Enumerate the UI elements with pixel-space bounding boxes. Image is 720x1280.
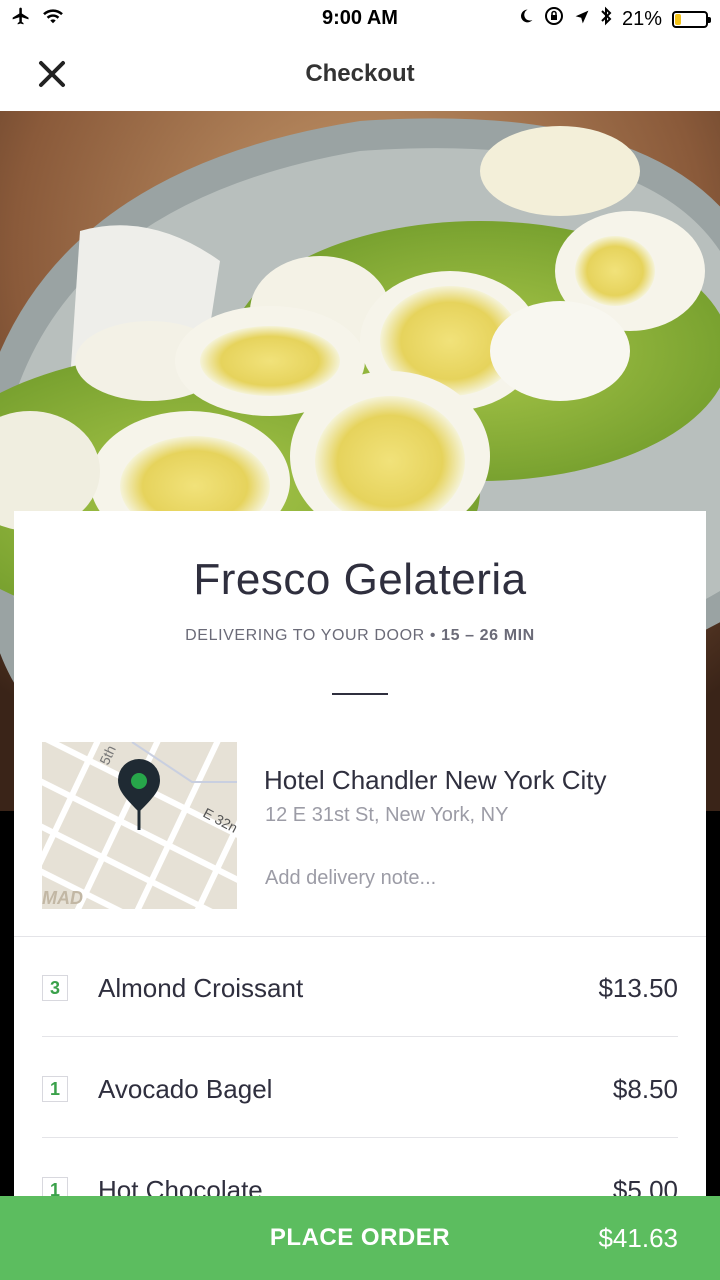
page-title: Checkout <box>305 60 415 87</box>
battery-icon <box>672 10 711 28</box>
restaurant-name: Fresco Gelateria <box>193 555 527 604</box>
delivery-eta: 15 – 26 MIN <box>441 627 535 644</box>
item-divider <box>42 1036 678 1037</box>
nav-bar: Checkout <box>0 38 720 111</box>
order-item[interactable]: 1 Avocado Bagel $8.50 <box>42 1038 678 1138</box>
add-delivery-note[interactable]: Add delivery note... <box>265 867 436 890</box>
delivery-address-line: 12 E 31st St, New York, NY <box>265 804 509 826</box>
item-name: Almond Croissant <box>98 973 304 1003</box>
rotation-lock-icon <box>544 6 564 32</box>
battery-level <box>675 13 681 25</box>
item-price: $13.50 <box>598 973 678 1003</box>
battery-percent: 21% <box>621 7 662 30</box>
item-quantity: 3 <box>42 975 68 1001</box>
status-bar: 9:00 AM 21% <box>0 0 720 38</box>
bluetooth-icon <box>600 6 612 32</box>
place-order-button[interactable]: PLACE ORDER $41.63 <box>0 1196 720 1280</box>
map-area-label: MAD <box>42 888 83 908</box>
title-divider <box>332 693 388 695</box>
item-name: Avocado Bagel <box>98 1074 273 1104</box>
delivery-separator: • <box>429 627 437 644</box>
location-arrow-icon <box>574 8 590 31</box>
delivery-info: DELIVERING TO YOUR DOOR • 15 – 26 MIN <box>14 627 706 645</box>
delivery-map[interactable]: 5th E 32n MAD <box>42 742 237 909</box>
checkout-card: Fresco Gelateria DELIVERING TO YOUR DOOR… <box>14 511 706 1280</box>
delivery-address-name: Hotel Chandler New York City <box>264 765 607 795</box>
order-item[interactable]: 3 Almond Croissant $13.50 <box>42 937 678 1037</box>
item-divider <box>42 1137 678 1138</box>
item-quantity: 1 <box>42 1076 68 1102</box>
moon-icon <box>518 7 534 31</box>
delivery-text: DELIVERING TO YOUR DOOR <box>185 627 425 644</box>
item-price: $8.50 <box>612 1074 678 1104</box>
order-total: $41.63 <box>598 1223 678 1253</box>
